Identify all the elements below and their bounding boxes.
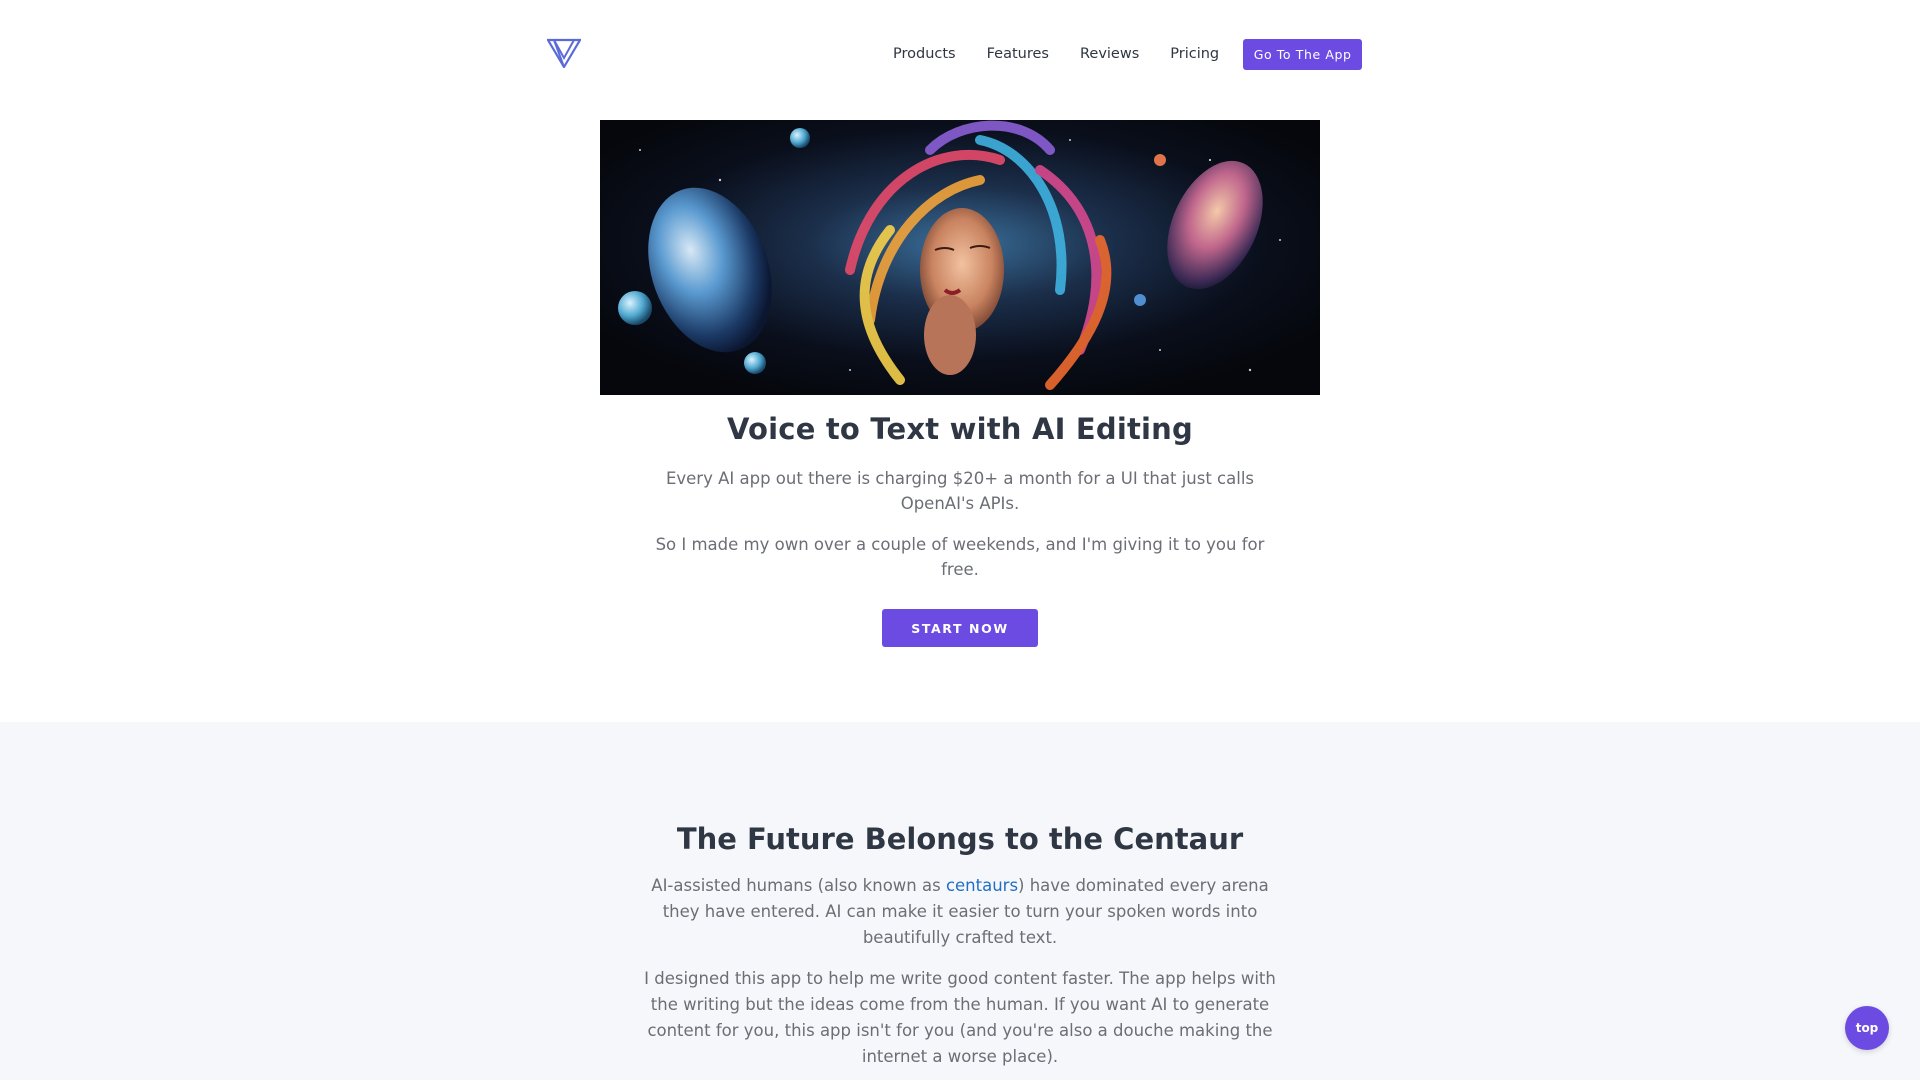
- section-title: The Future Belongs to the Centaur: [676, 822, 1244, 856]
- hero-paragraph: Every AI app out there is charging $20+ …: [665, 469, 1255, 513]
- hero-image: [600, 120, 1320, 395]
- nav-products-link[interactable]: Products: [893, 46, 956, 62]
- start-now-button[interactable]: START NOW: [882, 609, 1038, 647]
- go-to-app-button[interactable]: Go To The App: [1243, 38, 1363, 70]
- hero-title: Voice to Text with AI Editing: [726, 412, 1193, 446]
- hero-paragraph: So I made my own over a couple of weeken…: [655, 535, 1265, 579]
- v-logo-icon[interactable]: [546, 38, 582, 70]
- section-paragraph: AI-assisted humans (also known as centau…: [640, 873, 1280, 951]
- centaur-section: The Future Belongs to the Centaur AI-ass…: [0, 722, 1920, 1080]
- nav-pricing-link[interactable]: Pricing: [1170, 46, 1219, 62]
- main-nav: Products Features Reviews Pricing Go To …: [893, 38, 1363, 70]
- back-to-top-button[interactable]: top: [1845, 1006, 1889, 1050]
- site-header: Products Features Reviews Pricing Go To …: [0, 0, 1920, 108]
- section-paragraph: I designed this app to help me write goo…: [644, 969, 1276, 1066]
- centaurs-link[interactable]: centaurs: [946, 876, 1018, 895]
- nav-reviews-link[interactable]: Reviews: [1080, 46, 1139, 62]
- paragraph-text: AI-assisted humans (also known as: [651, 876, 946, 895]
- nav-features-link[interactable]: Features: [987, 46, 1049, 62]
